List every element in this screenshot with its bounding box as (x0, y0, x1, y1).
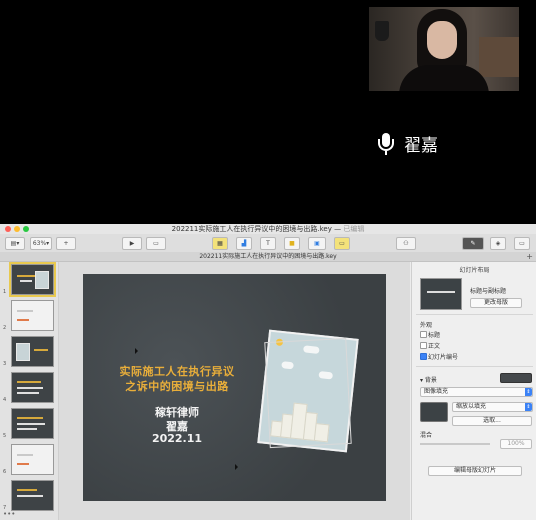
blend-value-field[interactable]: 100% (500, 439, 532, 449)
document-inspector-button[interactable]: ▭ (514, 237, 530, 250)
background-label: ▾ 背景 (420, 377, 437, 384)
slide-number: 6 (3, 469, 7, 475)
master-name: 标题与副标题 (470, 288, 507, 295)
slide-number: 5 (3, 433, 7, 439)
background-color-well[interactable] (500, 373, 532, 383)
document-tab-label: 202211实际施工人在执行异议中的困境与出路.key (199, 253, 337, 260)
add-slide-button[interactable]: + (56, 237, 76, 250)
slide-number-option-label: 幻灯片编号 (428, 354, 459, 361)
animate-inspector-button[interactable]: ◈ (490, 237, 506, 250)
toolbar: ▤▾ 63%▾ + ▶ ▭ ▦ ▟ T ■ ▣ ▭ ⚇ ✎ ◈ ▭ (0, 234, 536, 253)
blend-label: 混合 (420, 432, 433, 439)
slide-thumbnail-6[interactable] (11, 444, 54, 475)
active-speaker-label: 翟嘉 (376, 131, 438, 156)
mouse-pointer (135, 348, 138, 354)
mouse-pointer (235, 464, 238, 470)
document-tab[interactable]: 202211实际施工人在执行异议中的困境与出路.key + (0, 252, 536, 262)
window-titlebar: 202211实际施工人在执行异议中的困境与出路.key — 已编辑 (0, 224, 536, 234)
slide-title-line-1: 实际施工人在执行异议 (119, 365, 235, 378)
media-icon[interactable]: ▣ (308, 237, 326, 250)
slide-title[interactable]: 实际施工人在执行异议 之诉中的困境与出路 (97, 364, 257, 394)
body-checkbox[interactable] (420, 342, 427, 349)
scale-mode-select[interactable]: 缩放以填充 ⇕ (452, 402, 533, 412)
slide-number: 4 (3, 397, 7, 403)
zoom-menu[interactable]: 63%▾ (30, 237, 52, 250)
play-button[interactable]: ▶ (122, 237, 142, 250)
slide-number-checkbox[interactable] (420, 353, 427, 360)
appearance-label: 外观 (420, 322, 433, 329)
comment-icon[interactable]: ▭ (334, 237, 350, 250)
chart-icon[interactable]: ▟ (236, 237, 252, 250)
title-option-label: 标题 (428, 332, 441, 339)
shape-icon[interactable]: ■ (284, 237, 300, 250)
navigator-footer[interactable]: ••• (0, 510, 61, 518)
title-checkbox[interactable] (420, 331, 427, 338)
close-window-button[interactable] (5, 226, 11, 232)
keynote-live-button[interactable]: ▭ (146, 237, 166, 250)
change-master-button[interactable]: 更改母版 (470, 298, 522, 308)
slide-number: 3 (3, 361, 7, 367)
slide-thumbnail-2[interactable] (11, 300, 54, 331)
format-inspector: 幻灯片布局 标题与副标题 更改母版 外观 标题 正文 幻灯片编号 ▾ 背景 图像… (411, 262, 536, 520)
illustration-frame (264, 337, 352, 449)
zoom-value: 63% (32, 240, 47, 247)
collaborate-icon[interactable]: ⚇ (396, 237, 416, 250)
slide-thumbnail-3[interactable] (11, 336, 54, 367)
slide-thumbnail-7[interactable] (11, 480, 54, 511)
participant-video (369, 7, 519, 91)
master-thumbnail[interactable] (420, 278, 462, 310)
edit-master-slide-button[interactable]: 编辑母版幻灯片 (428, 466, 522, 476)
minimize-window-button[interactable] (14, 226, 20, 232)
current-slide[interactable]: 实际施工人在执行异议 之诉中的困境与出路 稼轩律师 翟嘉 2022.11 (83, 274, 386, 501)
slide-thumbnail-1[interactable] (9, 262, 56, 297)
body-option-label: 正文 (428, 343, 441, 350)
slide-navigator: 1 2 3 4 5 6 7 ••• (0, 262, 59, 520)
new-tab-button[interactable]: + (526, 252, 533, 261)
edited-status: 已编辑 (343, 225, 365, 233)
choose-image-button[interactable]: 选取... (452, 416, 532, 426)
speaker-name: 翟嘉 (404, 136, 438, 156)
fill-type-select[interactable]: 图像填充 ⇕ (420, 387, 533, 397)
slide-date[interactable]: 2022.11 (113, 432, 241, 445)
slide-thumbnail-5[interactable] (11, 408, 54, 439)
slide-number: 1 (3, 289, 7, 295)
text-icon[interactable]: T (260, 237, 276, 250)
inspector-header: 幻灯片布局 (459, 267, 490, 274)
format-inspector-button[interactable]: ✎ (462, 237, 484, 250)
microphone-icon (376, 132, 396, 155)
zoom-window-button[interactable] (23, 226, 29, 232)
slide-thumbnail-4[interactable] (11, 372, 54, 403)
keynote-window: 202211实际施工人在执行异议中的困境与出路.key — 已编辑 ▤▾ 63%… (0, 224, 536, 520)
blend-slider[interactable] (420, 443, 490, 445)
slide-number: 2 (3, 325, 7, 331)
table-icon[interactable]: ▦ (212, 237, 228, 250)
background-image-well[interactable] (420, 402, 448, 422)
window-title: 202211实际施工人在执行异议中的困境与出路.key (171, 225, 332, 233)
view-menu-button[interactable]: ▤▾ (5, 237, 25, 250)
slide-canvas: 实际施工人在执行异议 之诉中的困境与出路 稼轩律师 翟嘉 2022.11 (59, 262, 410, 520)
slide-title-line-2: 之诉中的困境与出路 (125, 380, 229, 393)
